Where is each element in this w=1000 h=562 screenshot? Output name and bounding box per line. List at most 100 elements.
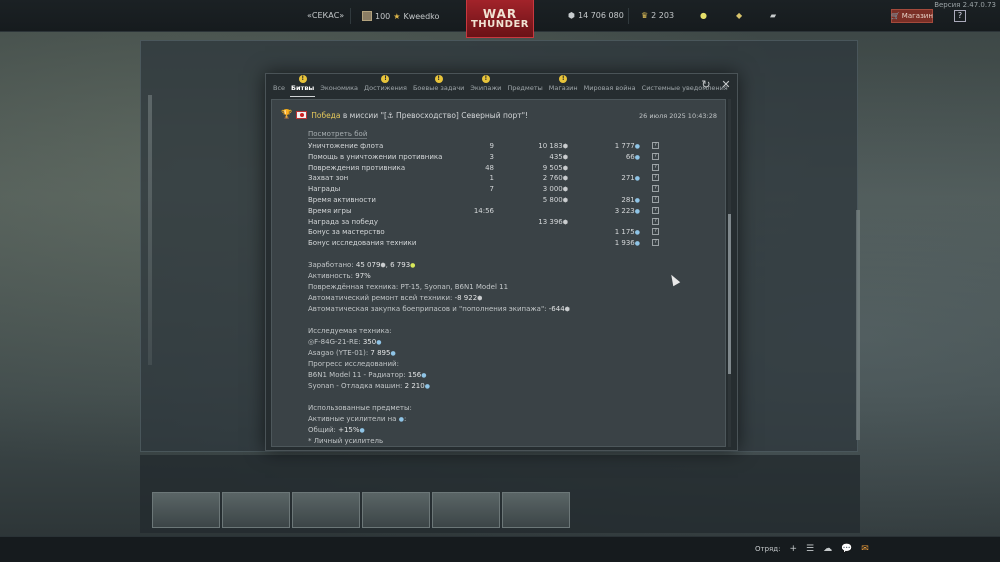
close-icon[interactable]: ✕ <box>720 79 732 91</box>
reward-count-value: 14:56 <box>473 206 494 215</box>
tab-label: Мировая война <box>583 84 636 92</box>
reward-rp-value: 1 777 <box>614 142 635 150</box>
star-icon: ★ <box>393 11 401 21</box>
tab-economy[interactable]: Экономика <box>317 79 361 95</box>
progress-line-1: B6N1 Model 11 - Радиатор: 156● <box>308 371 708 379</box>
reward-sl-value: 13 396 <box>538 217 563 226</box>
reward-row: Повреждения противника 48 9 505⬢? <box>308 163 708 175</box>
scrollbar-thumb[interactable] <box>728 214 731 374</box>
cart-icon: 🛒 <box>891 12 900 20</box>
reward-count: 48 <box>464 164 494 172</box>
reward-row: Время активности 5 800⬢ 281●? <box>308 195 708 207</box>
contacts-icon[interactable]: ☁ <box>823 544 832 554</box>
tab-achievements[interactable]: ! Достижения <box>361 75 410 95</box>
reward-sl-value: 10 183 <box>538 142 563 150</box>
background-vehicle-card <box>292 492 360 528</box>
notifications-window: Все ! Битвы Экономика ! Достижения ! Боевые… <box>265 73 738 451</box>
reward-rp-value: 66 <box>625 152 635 161</box>
lightbulb-icon[interactable]: ● <box>700 11 707 20</box>
reward-name-value: Награды <box>308 185 341 194</box>
shop-button[interactable]: 🛒 Магазин <box>891 9 933 23</box>
research-points-icon: ● <box>410 262 416 269</box>
background-vehicle-card <box>362 492 430 528</box>
info-icon[interactable]: ? <box>652 206 659 214</box>
reward-name: Повреждения противника <box>308 164 405 172</box>
bottom-bar: Отряд: + ☰ ☁ 💬 ✉ <box>0 536 1000 562</box>
earned-sl: 45 079 <box>355 261 381 269</box>
help-button[interactable]: ? <box>954 10 966 22</box>
reward-row: Помощь в уничтожении противника 3 435⬢ 66●? <box>308 152 708 164</box>
add-icon[interactable]: + <box>789 544 797 554</box>
silver-lions-icon: ⬢ <box>562 143 568 150</box>
reward-name-value: Время игры <box>308 206 352 215</box>
top-bar: Версия 2.47.0.73 «СЕКАС» 100 ★ Kweedko W… <box>0 0 1000 38</box>
silver-lions-icon: ⬢ <box>568 11 575 20</box>
message-header: 🏆 Победа в миссии "[⚓ Превосходство] Сев… <box>281 110 528 120</box>
research-1-value: 350 <box>362 338 377 346</box>
tab-label: Экипажи <box>470 84 502 92</box>
reward-count-value: 3 <box>489 152 494 161</box>
silver-lions-balance[interactable]: ⬢ 14 706 080 <box>568 11 624 20</box>
research-points-icon: ● <box>376 339 382 346</box>
chat-icon[interactable]: 💬 <box>841 544 852 554</box>
tab-store[interactable]: ! Магазин <box>546 75 581 95</box>
info-icon[interactable]: ? <box>652 152 659 160</box>
tab-battles[interactable]: ! Битвы <box>288 75 317 97</box>
profile-button[interactable]: 100 ★ Kweedko <box>362 11 439 21</box>
warbonds-icon[interactable]: ▰ <box>770 11 776 20</box>
info-icon[interactable]: ? <box>652 239 659 247</box>
reward-name-value: Бонус за мастерство <box>308 228 385 237</box>
reward-rp: 1 777● <box>590 142 640 150</box>
reward-name-value: Время активности <box>308 195 376 204</box>
reward-name: Бонус исследования техники <box>308 239 416 247</box>
reward-sl-value: 9 505 <box>542 163 563 172</box>
info-icon[interactable]: ? <box>652 174 659 182</box>
items-title: Использованные предметы: <box>308 404 412 412</box>
mail-icon[interactable]: ✉ <box>861 544 869 554</box>
research-points-icon: ● <box>424 383 430 390</box>
reward-rp-value: 281 <box>621 195 635 204</box>
progress-1-value: 156 <box>407 371 422 379</box>
research-points-icon: ● <box>634 153 640 161</box>
repair-value: -8 922 <box>454 294 478 302</box>
clan-tag[interactable]: «СЕКАС» <box>307 11 344 20</box>
info-icon[interactable]: ? <box>652 195 659 203</box>
background-scrollbar <box>856 210 860 440</box>
player-nickname: Kweedko <box>403 11 440 21</box>
info-icon[interactable]: ? <box>652 217 659 225</box>
premium-icon[interactable]: ◆ <box>736 11 742 20</box>
shop-label: Магазин <box>901 12 933 20</box>
research-points-icon: ● <box>359 427 365 434</box>
reward-name-value: Бонус исследования техники <box>308 239 417 248</box>
reward-row: Захват зон 1 2 760⬢ 271●? <box>308 174 708 185</box>
research-points-icon: ● <box>634 229 640 237</box>
info-icon[interactable]: ? <box>652 185 659 193</box>
list-icon[interactable]: ☰ <box>806 544 814 554</box>
repair-line: Автоматический ремонт всей техники: -8 9… <box>308 294 708 302</box>
reward-sl: 9 505⬢ <box>508 164 568 172</box>
research-points-icon: ● <box>634 207 640 215</box>
reward-name: Помощь в уничтожении противника <box>308 153 442 161</box>
tab-all[interactable]: Все <box>270 79 288 95</box>
reward-sl-value: 2 760 <box>542 174 563 183</box>
reward-rp-value: 1 936 <box>614 239 635 248</box>
reward-count-value: 9 <box>489 142 494 150</box>
reward-count: 7 <box>464 185 494 193</box>
tab-items[interactable]: Предметы <box>504 79 545 95</box>
watch-battle-link[interactable]: Посмотреть бой <box>308 130 368 139</box>
tab-battle-tasks[interactable]: ! Боевые задачи <box>410 75 467 95</box>
info-icon[interactable]: ? <box>652 163 659 171</box>
tab-crews[interactable]: ! Экипажи <box>467 75 504 95</box>
tab-world-war[interactable]: Мировая война <box>581 79 639 95</box>
repair-label: Автоматический ремонт всей техники: <box>308 294 455 302</box>
info-icon[interactable]: ? <box>652 142 659 149</box>
reward-count-value: 1 <box>489 174 494 183</box>
refresh-icon[interactable]: ↻ <box>700 79 712 91</box>
info-icon[interactable]: ? <box>652 228 659 236</box>
progress-1-name: B6N1 Model 11 - Радиатор: <box>308 371 408 379</box>
silver-lions-value: 14 706 080 <box>577 11 624 20</box>
reward-count: 9 <box>464 142 494 150</box>
reward-name-value: Захват зон <box>308 174 349 183</box>
golden-eagles-balance[interactable]: ♛ 2 203 <box>641 11 674 20</box>
mission-text: в миссии "[⚓ Превосходство] Северный пор… <box>340 110 529 120</box>
